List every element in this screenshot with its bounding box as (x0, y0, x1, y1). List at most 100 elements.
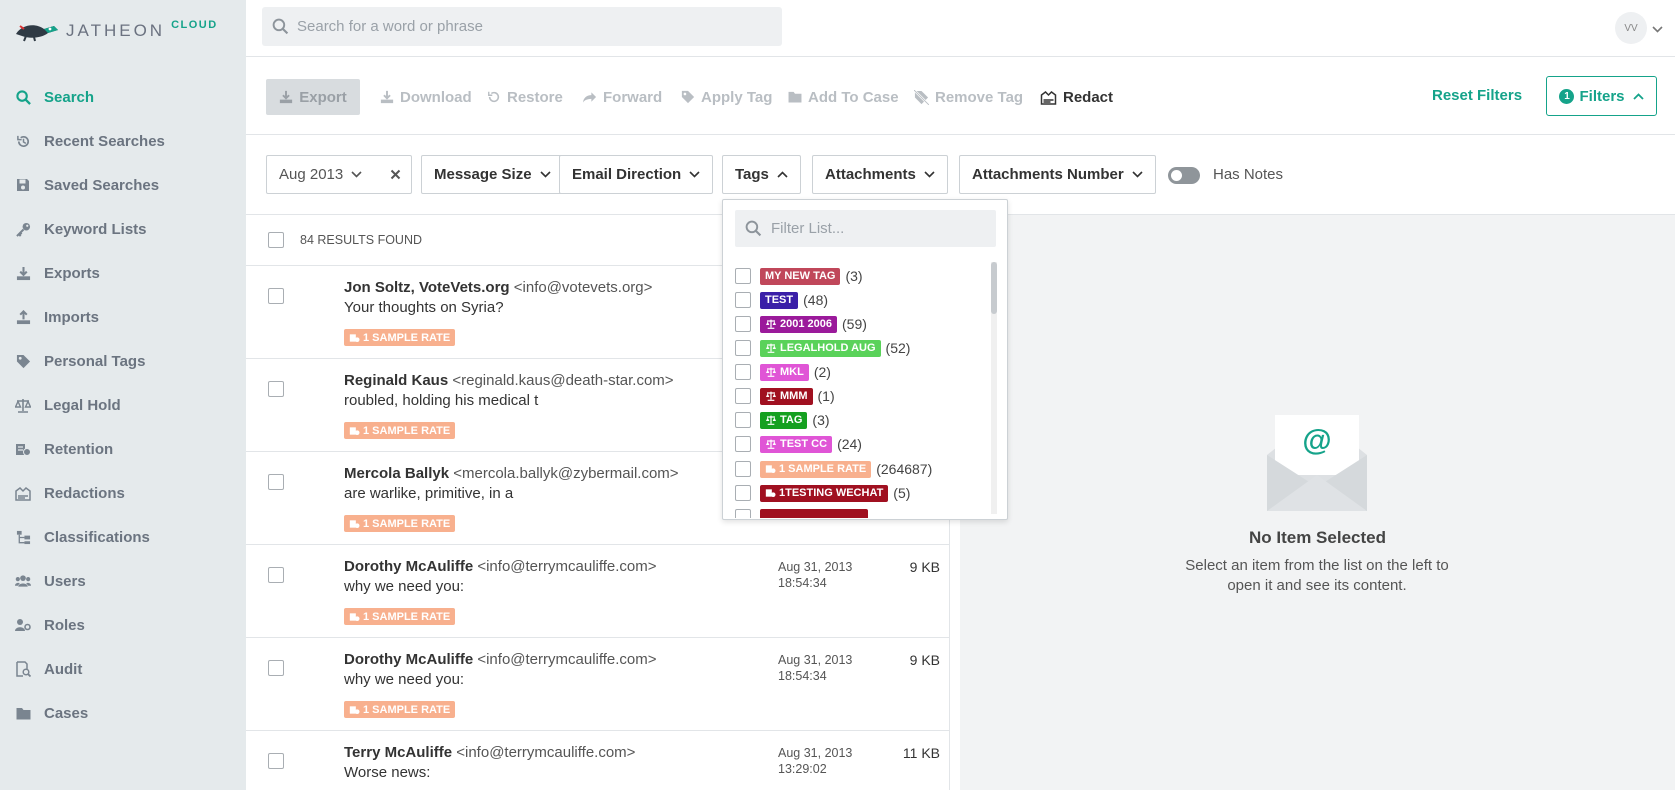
sidebar-item-retention[interactable]: Retention (0, 427, 246, 471)
message-date: Aug 31, 2013 13:29:02 (778, 745, 852, 777)
retention-icon (765, 488, 776, 498)
tag-checkbox[interactable] (735, 388, 751, 404)
tag-checkbox[interactable] (735, 412, 751, 428)
tag-label: TEST CC (780, 438, 828, 450)
sender-name: Terry McAuliffe (344, 744, 453, 761)
results-count: 84 RESULTS FOUND (300, 233, 423, 247)
sidebar-item-label: Roles (44, 616, 85, 634)
list-item[interactable]: 1TESTING WECHAT (5) (735, 483, 910, 503)
scrollbar-thumb[interactable] (991, 262, 997, 314)
avatar[interactable]: VV (1615, 12, 1647, 44)
sidebar-item-personal-tags[interactable]: Personal Tags (0, 339, 246, 383)
filters-button[interactable]: 1 Filters (1546, 76, 1657, 116)
sidebar-item-roles[interactable]: Roles (0, 603, 246, 647)
tag-checkbox[interactable] (735, 340, 751, 356)
sidebar-item-search[interactable]: Search (0, 75, 246, 119)
add-to-case-button[interactable]: Add To Case (788, 79, 899, 115)
tags-filter-input[interactable] (771, 220, 991, 237)
tag-checkbox[interactable] (735, 461, 751, 477)
tag-checkbox[interactable] (735, 268, 751, 284)
row-checkbox[interactable] (268, 753, 284, 769)
sidebar-item-saved-searches[interactable]: Saved Searches (0, 163, 246, 207)
search-icon (15, 89, 31, 105)
chevron-down-icon[interactable] (1652, 20, 1663, 38)
row-checkbox[interactable] (268, 660, 284, 676)
chevron-up-icon (777, 171, 788, 178)
row-checkbox[interactable] (268, 381, 284, 397)
redact-button[interactable]: Redact (1040, 79, 1113, 115)
restore-button[interactable]: Restore (487, 79, 563, 115)
reset-filters-link[interactable]: Reset Filters (1432, 87, 1522, 104)
select-all-checkbox[interactable] (268, 232, 284, 248)
row-checkbox[interactable] (268, 474, 284, 490)
sidebar-item-recent-searches[interactable]: Recent Searches (0, 119, 246, 163)
sidebar-item-users[interactable]: Users (0, 559, 246, 603)
sidebar-item-keyword-lists[interactable]: Keyword Lists (0, 207, 246, 251)
row-checkbox[interactable] (268, 567, 284, 583)
subject: why we need you: (344, 671, 465, 688)
date-filter[interactable]: Aug 2013 (266, 155, 412, 194)
tags-scrollbar[interactable] (991, 262, 997, 514)
tag-checkbox[interactable] (735, 436, 751, 452)
toggle-knob (1171, 170, 1182, 181)
chameleon-logo-icon (16, 25, 58, 42)
logo[interactable]: JATHEON CLOUD (14, 14, 218, 48)
attachments-filter[interactable]: Attachments (812, 155, 948, 194)
export-button[interactable]: Export (266, 79, 360, 115)
tags-list: MY NEW TAG (3) TEST (48) 2001 2006 (59) … (723, 260, 993, 518)
clear-icon[interactable] (390, 167, 401, 184)
tag-chip: 2001 2006 (760, 315, 837, 333)
date-filter-value: Aug 2013 (279, 166, 344, 183)
tag-label: 1TESTING WECHAT (779, 487, 884, 499)
row-checkbox[interactable] (268, 288, 284, 304)
sender-address: <reginald.kaus@death-star.com> (452, 372, 674, 389)
message-size-filter[interactable]: Message Size (421, 155, 564, 194)
sidebar-item-legal-hold[interactable]: Legal Hold (0, 383, 246, 427)
sidebar-item-cases[interactable]: Cases (0, 691, 246, 735)
tag-label: MKL (780, 366, 804, 378)
global-search[interactable] (262, 7, 782, 46)
forward-icon (582, 91, 597, 104)
sender-address: <info@terrymcauliffe.com> (477, 558, 657, 575)
attachments-number-filter[interactable]: Attachments Number (959, 155, 1156, 194)
sidebar-item-imports[interactable]: Imports (0, 295, 246, 339)
tag-checkbox[interactable] (735, 364, 751, 380)
search-input[interactable] (297, 18, 767, 35)
tag-checkbox[interactable] (735, 485, 751, 501)
sidebar-item-classifications[interactable]: Classifications (0, 515, 246, 559)
remove-tag-button[interactable]: Remove Tag (914, 79, 1023, 115)
sidebar-item-redactions[interactable]: Redactions (0, 471, 246, 515)
list-item[interactable]: MKL (2) (735, 362, 831, 382)
filters-label: Filters (1579, 87, 1625, 105)
forward-button[interactable]: Forward (582, 79, 662, 115)
key-icon (15, 221, 31, 237)
tag-checkbox[interactable] (735, 509, 751, 518)
tag-checkbox[interactable] (735, 316, 751, 332)
tags-filter-search[interactable] (735, 210, 996, 247)
list-item[interactable]: LEGALHOLD AUG (52) (735, 338, 910, 358)
list-item[interactable]: MMM (1) (735, 386, 835, 406)
list-item[interactable]: TEST (48) (735, 290, 828, 310)
table-row[interactable]: Terry McAuliffe <info@terrymcauliffe.com… (246, 730, 949, 790)
table-row[interactable]: Dorothy McAuliffe <info@terrymcauliffe.c… (246, 637, 949, 730)
list-item[interactable]: TAG (3) (735, 410, 830, 430)
tags-filter[interactable]: Tags (722, 155, 801, 194)
tag-chip: MKL (760, 363, 809, 381)
list-item[interactable]: 2001 2006 (59) (735, 314, 867, 334)
apply-tag-button[interactable]: Apply Tag (681, 79, 772, 115)
time-value: 18:54:34 (778, 669, 827, 683)
tag-checkbox[interactable] (735, 292, 751, 308)
list-item[interactable]: 1 SAMPLE RATE (264687) (735, 459, 932, 479)
has-notes-toggle[interactable] (1168, 167, 1200, 184)
list-item-partial[interactable] (735, 507, 868, 518)
email-direction-filter[interactable]: Email Direction (559, 155, 714, 194)
download-label: Download (400, 88, 472, 106)
table-row[interactable]: Dorothy McAuliffe <info@terrymcauliffe.c… (246, 544, 949, 637)
retention-icon (15, 441, 31, 457)
sidebar-item-audit[interactable]: Audit (0, 647, 246, 691)
list-item[interactable]: TEST CC (24) (735, 434, 862, 454)
list-item[interactable]: MY NEW TAG (3) (735, 266, 863, 286)
download-button[interactable]: Download (380, 79, 472, 115)
message-size-label: Message Size (434, 166, 532, 183)
sidebar-item-exports[interactable]: Exports (0, 251, 246, 295)
